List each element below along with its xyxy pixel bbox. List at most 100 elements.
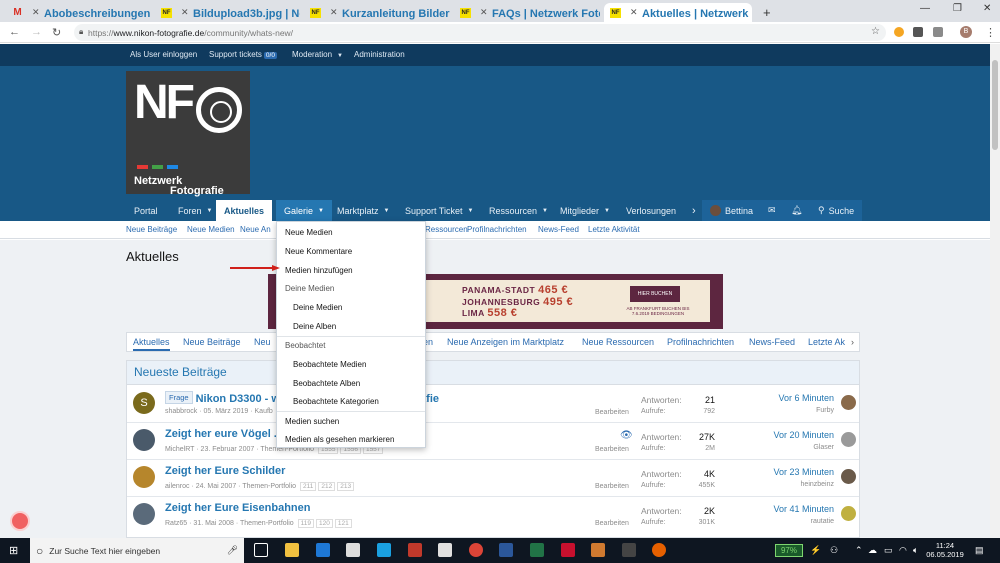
bookmark-star-icon[interactable]: ☆ [871,26,880,37]
tab-letzte-aktivitaet[interactable]: Letzte Ak [808,337,845,347]
subnav-ressourcen[interactable]: Ressourcen [425,225,468,234]
tab-aktuelles[interactable]: Aktuelles [133,337,170,351]
subnav-news-feed[interactable]: News-Feed [538,225,579,234]
taskbar-clock[interactable]: 11:24 06.05.2019 [925,541,965,559]
app-icon[interactable] [408,543,422,557]
page-link[interactable]: 121 [334,519,352,528]
nav-mitglieder[interactable]: Mitglieder ▼ [552,200,618,221]
profile-avatar[interactable]: B [960,26,972,38]
avatar[interactable]: S [133,392,155,414]
browser-tab-gmail[interactable]: M Abobeschreibungen - bettina.loc ✕ [6,3,150,22]
forum-link[interactable]: Themen-Portfolio [240,520,294,527]
page-link[interactable]: 119 [297,519,315,528]
nav-marktplatz[interactable]: Marktplatz ▼ [329,200,397,221]
restore-icon[interactable]: ❐ [953,3,962,14]
menu-item-beobachtete-alben[interactable]: Beobachtete Alben [293,379,360,388]
avatar[interactable] [133,466,155,488]
firefox-icon[interactable] [652,543,666,557]
tab-news-feed[interactable]: News-Feed [749,337,795,347]
avatar[interactable] [133,503,155,525]
tab-profilnachrichten[interactable]: Profilnachrichten [667,337,734,347]
browser-tab-faqs[interactable]: NF FAQs | Netzwerk Fotografie / Nik ✕ [454,3,600,22]
network-icon[interactable]: ▭ [884,545,893,556]
scrollbar-thumb[interactable] [992,60,998,150]
thread-title[interactable]: Zeigt her Eure Eisenbahnen [165,502,310,514]
menu-item-medien-hinzufuegen[interactable]: Medien hinzufügen [285,266,353,275]
last-poster[interactable]: heinzbeinz [737,481,834,488]
avatar[interactable] [841,469,856,484]
extension-icon[interactable] [894,27,904,37]
app-icon[interactable] [622,543,636,557]
browser-tab-kurzanleitung[interactable]: NF Kurzanleitung Bilder in ein Album ✕ [304,3,450,22]
author-link[interactable]: MichelRT [165,446,194,453]
app-icon[interactable] [591,543,605,557]
close-icon[interactable]: ✕ [330,7,338,18]
edit-link[interactable]: Bearbeiten [595,409,629,416]
file-explorer-icon[interactable] [285,543,299,557]
minimize-icon[interactable]: — [920,3,930,14]
subnav-neue-medien[interactable]: Neue Medien [187,225,235,234]
table-row[interactable]: Zeigt her eure Vögel ... MichelRT · 23. … [127,423,859,460]
forum-link[interactable]: Kaufb [255,408,273,415]
author-link[interactable]: Ratz65 [165,520,187,527]
nav-ressourcen[interactable]: Ressourcen ▼ [481,200,556,221]
extension-icon[interactable] [913,27,923,37]
nav-user-bettina[interactable]: Bettina [702,200,762,221]
ad-book-button[interactable]: HIER BUCHEN [630,286,680,302]
avatar[interactable] [841,432,856,447]
cloud-icon[interactable]: ☁ [868,545,877,556]
menu-item-beobachtete-medien[interactable]: Beobachtete Medien [293,360,366,369]
extension-icon[interactable] [933,27,943,37]
nav-verlosungen[interactable]: Verlosungen [618,200,684,221]
windows-start-icon[interactable]: ⊞ [9,544,18,557]
notification-bell-icon[interactable] [10,511,30,531]
wifi-icon[interactable]: ◠ [899,545,907,556]
last-poster[interactable]: rautatie [737,518,834,525]
close-icon[interactable]: ✕ [630,7,638,18]
menu-item-neue-medien[interactable]: Neue Medien [285,228,333,237]
app-icon[interactable] [438,543,452,557]
menu-item-deine-alben[interactable]: Deine Alben [293,322,336,331]
forward-icon[interactable]: → [31,26,42,38]
close-icon[interactable]: ✕ [480,7,488,18]
author-link[interactable]: ailenroc [165,483,190,490]
nav-aktuelles[interactable]: Aktuelles [216,200,273,221]
close-window-icon[interactable]: ✕ [983,3,991,14]
avatar[interactable] [133,429,155,451]
edge-icon[interactable] [316,543,330,557]
envelope-icon[interactable]: ✉ [760,200,784,221]
microphone-icon[interactable]: 🎤︎ [227,545,238,556]
subnav-profilnachrichten[interactable]: Profilnachrichten [467,225,527,234]
acrobat-icon[interactable] [561,543,575,557]
browser-tab-bildupload[interactable]: NF Bildupload3b.jpg | Netzwerk Foto ✕ [155,3,300,22]
people-icon[interactable]: ⚇ [830,545,838,556]
close-icon[interactable]: ✕ [181,7,189,18]
subnav-neue-anzeigen[interactable]: Neue An [240,225,271,234]
block-title[interactable]: Neueste Beiträge [127,361,859,385]
reload-icon[interactable]: ↻ [52,26,61,39]
login-as-user-link[interactable]: Als User einloggen [130,50,197,59]
edit-link[interactable]: Bearbeiten [595,520,629,527]
tab-neue-anzeigen[interactable]: Neue Anzeigen im Marktplatz [447,337,564,347]
task-view-icon[interactable] [254,543,268,557]
table-row[interactable]: Zeigt her Eure Schilder ailenroc · 24. M… [127,460,859,497]
thread-title[interactable]: Zeigt her eure Vögel ... [165,428,283,440]
menu-item-neue-kommentare[interactable]: Neue Kommentare [285,247,352,256]
last-post-time[interactable]: Vor 20 Minuten [737,430,834,440]
nav-scroll-right-icon[interactable]: › [684,200,704,221]
tab-neue-beitraege[interactable]: Neue Beiträge [183,337,241,347]
nav-foren[interactable]: Foren ▼ [170,200,220,221]
tab-neue-medien[interactable]: Neu [254,337,271,347]
subnav-neue-beitraege[interactable]: Neue Beiträge [126,225,177,234]
notification-center-icon[interactable]: ▤ [975,545,984,556]
power-icon[interactable]: ⚡ [810,545,821,556]
page-link[interactable]: 213 [337,482,355,491]
chrome-icon[interactable] [469,543,483,557]
app-l-icon[interactable] [377,543,391,557]
menu-icon[interactable]: ⋮ [985,26,996,39]
nav-search[interactable]: ⚲ Suche [810,200,862,221]
moderation-menu[interactable]: Moderation ▼ [292,50,343,59]
excel-icon[interactable] [530,543,544,557]
store-icon[interactable] [346,543,360,557]
back-icon[interactable]: ← [9,26,20,38]
